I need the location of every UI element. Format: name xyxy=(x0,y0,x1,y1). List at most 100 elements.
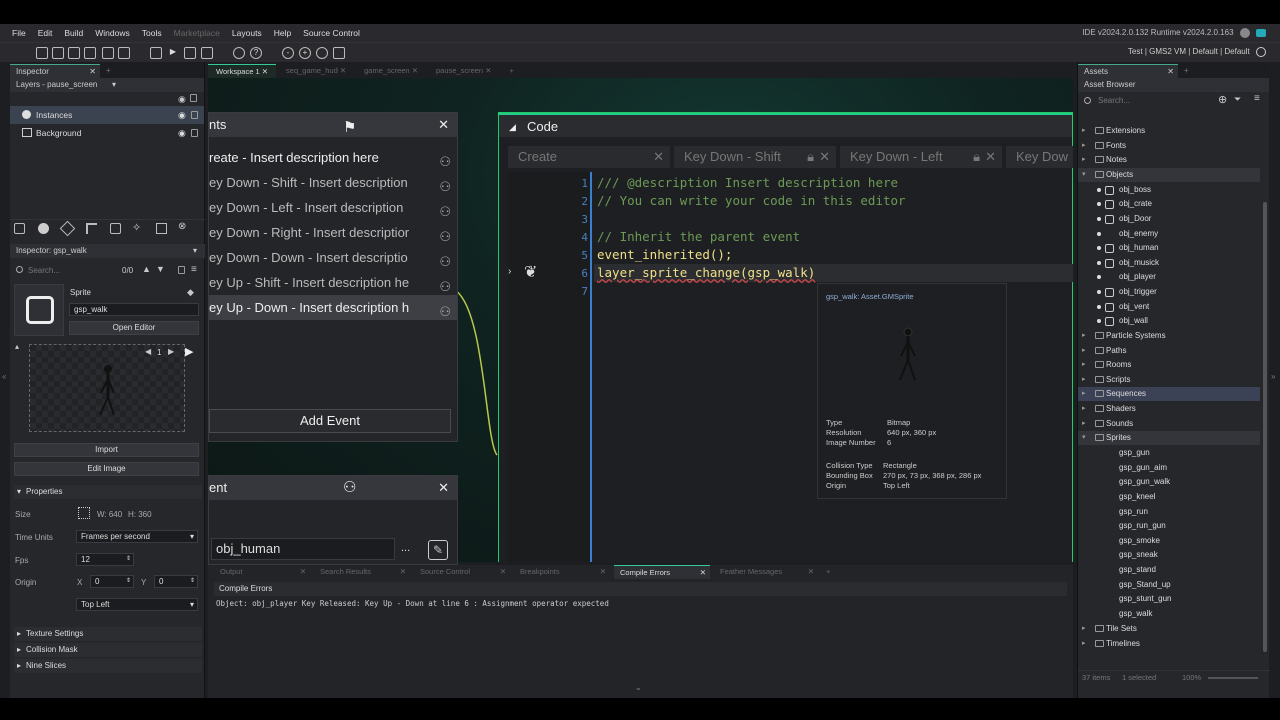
play-icon[interactable]: ▶ xyxy=(185,345,193,358)
code-tab-create[interactable]: Create ✕ xyxy=(508,146,670,168)
group-scripts[interactable]: ▸ Scripts xyxy=(1078,373,1260,387)
asset-item[interactable]: obj_crate xyxy=(1078,197,1260,211)
close-icon[interactable]: ✕ xyxy=(700,566,706,580)
close-icon[interactable]: ✕ xyxy=(985,146,996,168)
target-config[interactable]: Test | GMS2 VM | Default | Default xyxy=(1128,47,1266,57)
asset-item[interactable]: gsp_gun_walk xyxy=(1078,475,1260,489)
inherit-icon[interactable]: ⚇ xyxy=(439,274,451,295)
code-line[interactable]: // Inherit the parent event xyxy=(597,229,800,244)
asset-item[interactable]: obj_musick xyxy=(1078,256,1260,270)
lock-icon[interactable] xyxy=(191,129,198,137)
tab-seq-game-hud[interactable]: seq_game_hud ✕ xyxy=(278,64,354,78)
group-sprites[interactable]: ▾ Sprites xyxy=(1078,431,1260,445)
collapse-icon[interactable]: ◢ xyxy=(509,115,516,139)
group-rooms[interactable]: ▸ Rooms xyxy=(1078,358,1260,372)
close-icon[interactable]: ✕ xyxy=(89,65,96,79)
asset-item[interactable]: gsp_run_gun xyxy=(1078,519,1260,533)
asset-item[interactable]: gsp_gun xyxy=(1078,446,1260,460)
inherit-icon[interactable]: ⚇ xyxy=(439,299,451,320)
tab-pause-screen[interactable]: pause_screen ✕ xyxy=(428,64,500,78)
close-icon[interactable]: ✕ xyxy=(340,66,346,75)
asset-item[interactable]: gsp_Stand_up xyxy=(1078,578,1260,592)
clean-icon[interactable] xyxy=(150,47,162,59)
save-all-icon[interactable] xyxy=(84,47,96,59)
group-sounds[interactable]: ▸ Sounds xyxy=(1078,417,1260,431)
event-item[interactable]: reate - Insert description here ⚇ xyxy=(209,145,457,170)
asset-item[interactable]: gsp_kneel xyxy=(1078,490,1260,504)
asset-item[interactable]: gsp_gun_aim xyxy=(1078,461,1260,475)
texture-settings-section[interactable]: ▸ Texture Settings xyxy=(14,627,202,641)
import-button[interactable]: Import xyxy=(14,443,199,457)
sprite-thumbnail[interactable] xyxy=(14,284,64,336)
open-project-icon[interactable] xyxy=(52,47,64,59)
debug-icon[interactable] xyxy=(201,47,213,59)
close-icon[interactable]: ✕ xyxy=(500,565,506,579)
group-fonts[interactable]: ▸ Fonts xyxy=(1078,139,1260,153)
breakpoint-arrow-icon[interactable]: › xyxy=(508,266,511,277)
menu-layouts[interactable]: Layouts xyxy=(226,28,268,38)
layer-background[interactable]: Background ◉ xyxy=(10,124,204,142)
group-timelines[interactable]: ▸ Timelines xyxy=(1078,637,1260,651)
tag-icon[interactable]: ◆ xyxy=(187,287,194,298)
eye-icon[interactable]: ◉ xyxy=(178,124,186,142)
more-button[interactable]: ... xyxy=(401,542,410,554)
asset-item[interactable]: obj_trigger xyxy=(1078,285,1260,299)
asset-layer-icon[interactable] xyxy=(110,223,121,234)
inherit-icon[interactable]: ⚇ xyxy=(439,224,451,245)
help-icon[interactable]: ? xyxy=(250,47,262,59)
tab-search-results[interactable]: Search Results ✕ xyxy=(314,565,410,579)
event-item[interactable]: ey Down - Left - Insert description ⚇ xyxy=(209,195,457,220)
tile-layer-icon[interactable] xyxy=(59,220,76,237)
group-notes[interactable]: ▸ Notes xyxy=(1078,153,1260,167)
preview-next-icon[interactable]: ▶ xyxy=(168,347,174,356)
parent-icon[interactable]: ⚇ xyxy=(343,476,356,500)
tab-breakpoints[interactable]: Breakpoints ✕ xyxy=(514,565,610,579)
add-event-button[interactable]: Add Event xyxy=(209,409,451,433)
lock-icon[interactable]: 🔒︎ xyxy=(973,146,980,168)
close-icon[interactable]: ✕ xyxy=(808,565,814,579)
expand-icon[interactable]: ▴ xyxy=(15,342,19,351)
eye-icon[interactable]: ◉ xyxy=(178,106,186,124)
sprite-name-field[interactable]: gsp_walk xyxy=(69,303,199,316)
export-icon[interactable] xyxy=(118,47,130,59)
resize-handle-icon[interactable]: ⌄ xyxy=(635,683,642,692)
close-icon[interactable]: ✕ xyxy=(262,67,268,76)
preview-prev-icon[interactable]: ◀ xyxy=(145,347,151,356)
open-editor-button[interactable]: Open Editor xyxy=(69,321,199,335)
close-icon[interactable]: ✕ xyxy=(300,565,306,579)
sprite-preview[interactable] xyxy=(29,344,185,432)
tab-game-screen[interactable]: game_screen ✕ xyxy=(356,64,426,78)
zoom-out-icon[interactable]: - xyxy=(282,47,294,59)
close-icon[interactable]: ✕ xyxy=(485,66,491,75)
menu-windows[interactable]: Windows xyxy=(89,28,135,38)
code-tab-key-down-shift[interactable]: Key Down - Shift 🔒︎ ✕ xyxy=(674,146,836,168)
flag-icon[interactable]: ⚑ xyxy=(343,116,356,140)
eye-icon[interactable]: ◉ xyxy=(178,94,186,105)
group-extensions[interactable]: ▸ Extensions xyxy=(1078,124,1260,138)
stepper-icon[interactable]: ⇕ xyxy=(190,576,195,587)
group-paths[interactable]: ▸ Paths xyxy=(1078,344,1260,358)
asset-item[interactable]: gsp_stunt_gun xyxy=(1078,592,1260,606)
event-item[interactable]: ey Down - Down - Insert descriptio ⚇ xyxy=(209,245,457,270)
zoom-reset-icon[interactable] xyxy=(316,47,328,59)
edit-icon[interactable]: ✎ xyxy=(428,540,448,560)
event-item[interactable]: ey Up - Down - Insert description h ⚇ xyxy=(209,295,457,320)
tab-compile-errors[interactable]: Compile Errors ✕ xyxy=(614,565,710,579)
origin-y-field[interactable]: 0 ⇕ xyxy=(154,575,198,588)
tab-source-control[interactable]: Source Control ✕ xyxy=(414,565,510,579)
close-icon[interactable]: ✕ xyxy=(438,476,449,500)
close-icon[interactable]: ✕ xyxy=(600,565,606,579)
tab-workspace-1[interactable]: Workspace 1 ✕ xyxy=(208,64,277,78)
lock-icon[interactable] xyxy=(178,266,185,274)
tab-assets[interactable]: Assets ✕ xyxy=(1078,64,1178,78)
code-tab-key-down[interactable]: Key Dow xyxy=(1006,146,1073,168)
origin-mode-select[interactable]: Top Left ▾ xyxy=(76,598,198,611)
tab-feather-messages[interactable]: Feather Messages ✕ xyxy=(714,565,818,579)
nine-slices-section[interactable]: ▸ Nine Slices xyxy=(14,659,202,673)
origin-x-field[interactable]: 0 ⇕ xyxy=(90,575,134,588)
asset-item[interactable]: gsp_stand xyxy=(1078,563,1260,577)
add-tab-icon[interactable]: + xyxy=(1178,64,1195,78)
menu-tools[interactable]: Tools xyxy=(136,28,168,38)
event-item[interactable]: ey Down - Right - Insert descriptior ⚇ xyxy=(209,220,457,245)
inherit-icon[interactable]: ⚇ xyxy=(439,249,451,270)
